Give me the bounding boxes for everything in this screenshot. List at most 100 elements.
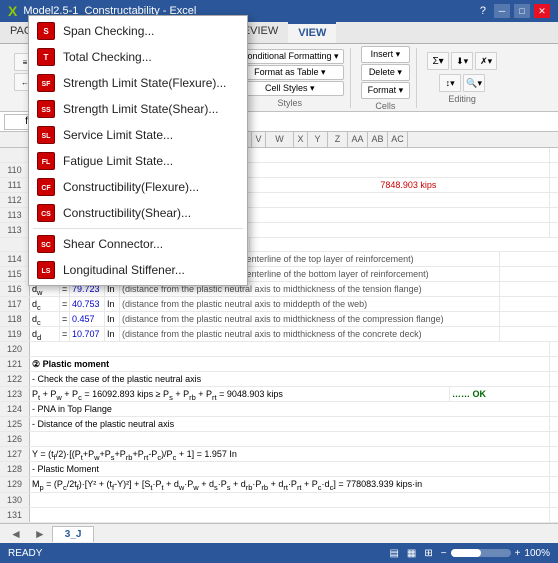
autosum-btn[interactable]: Σ▾	[427, 52, 449, 70]
row-117-num: 117	[0, 297, 30, 311]
styles-buttons: Conditional Formatting ▾ Format as Table…	[236, 49, 344, 96]
menu-item-longitudinal[interactable]: LS Longitudinal Stiffener...	[29, 257, 247, 283]
col-y[interactable]: Y	[308, 132, 328, 147]
menu-item-shear-connector[interactable]: SC Shear Connector...	[29, 231, 247, 257]
table-row[interactable]: 129 Mp = (Pc/2tf)·[Y² + (tf-Y)²] + [St·P…	[0, 477, 558, 493]
view-pagebreak-btn[interactable]: ⊞	[424, 548, 432, 559]
col-w[interactable]: W	[266, 132, 294, 147]
status-right: ▤ ▦ ⊞ − + 100%	[389, 548, 550, 559]
menu-item-service[interactable]: SL Service Limit State...	[29, 122, 247, 148]
service-label: Service Limit State...	[63, 128, 239, 142]
table-row[interactable]: 124 - PNA in Top Flange	[0, 402, 558, 417]
row-121-content: ② Plastic moment	[30, 357, 550, 371]
help-btn[interactable]: ?	[476, 5, 490, 17]
sheet-tab-3j[interactable]: 3_J	[52, 526, 95, 542]
row-123-num: 123	[0, 387, 30, 401]
restore-button[interactable]: □	[514, 4, 530, 18]
col-ac[interactable]: AC	[388, 132, 408, 147]
cell-styles-btn[interactable]: Cell Styles ▾	[236, 81, 344, 96]
zoom-fill	[451, 549, 481, 557]
app-icon: X	[8, 3, 17, 19]
table-row: 120	[0, 342, 558, 357]
status-bar: READY ▤ ▦ ⊞ − + 100%	[0, 543, 558, 563]
row-119-desc: (distance from the plastic neutral axis …	[120, 327, 500, 341]
row-115-num: 115	[0, 267, 30, 281]
view-layout-btn[interactable]: ▦	[407, 548, 416, 559]
menu-separator	[33, 228, 243, 229]
zoom-slider[interactable]	[451, 549, 511, 557]
row-119-val: 10.707	[70, 327, 105, 341]
view-normal-btn[interactable]: ▤	[389, 548, 398, 559]
svg-text:FL: FL	[42, 159, 51, 166]
table-row[interactable]: 119 dd = 10.707 In (distance from the pl…	[0, 327, 558, 342]
menu-item-fatigue[interactable]: FL Fatigue Limit State...	[29, 148, 247, 174]
row-125-content: - Distance of the plastic neutral axis	[30, 417, 550, 431]
minimize-button[interactable]: ─	[494, 4, 510, 18]
conditional-formatting-btn[interactable]: Conditional Formatting ▾	[236, 49, 344, 64]
row-130-num: 130	[0, 493, 30, 507]
insert-btn[interactable]: Insert ▾	[361, 46, 411, 63]
col-aa[interactable]: AA	[348, 132, 368, 147]
row-130-content	[30, 493, 550, 507]
row-125-num: 125	[0, 417, 30, 431]
longitudinal-label: Longitudinal Stiffener...	[63, 263, 239, 277]
delete-btn[interactable]: Delete ▾	[361, 64, 411, 81]
find-btn[interactable]: 🔍▾	[463, 74, 485, 92]
shear-connector-label: Shear Connector...	[63, 237, 239, 251]
menu-item-construct-shear[interactable]: CS Constructibility(Shear)...	[29, 200, 247, 226]
col-ab[interactable]: AB	[368, 132, 388, 147]
zoom-level: 100%	[524, 548, 550, 559]
longitudinal-icon: LS	[37, 261, 55, 279]
tab-scroll-left[interactable]: ◄	[4, 527, 28, 541]
format-table-btn[interactable]: Format as Table ▾	[236, 65, 344, 80]
table-row[interactable]: 122 - Check the case of the plastic neut…	[0, 372, 558, 387]
table-row[interactable]: 128 - Plastic Moment	[0, 462, 558, 477]
row-119-unit: In	[105, 327, 120, 341]
col-z[interactable]: Z	[328, 132, 348, 147]
menu-item-span-checking[interactable]: S Span Checking...	[29, 18, 247, 44]
sort-btn[interactable]: ↕▾	[439, 74, 461, 92]
row-121-num: 121	[0, 357, 30, 371]
menu-item-strength-flexure[interactable]: SF Strength Limit State(Flexure)...	[29, 70, 247, 96]
table-row[interactable]: 125 - Distance of the plastic neutral ax…	[0, 417, 558, 432]
sheet-tab-bar: ◄ ► 3_J	[0, 523, 558, 543]
fill-btn[interactable]: ⬇▾	[451, 52, 473, 70]
menu-item-total-checking[interactable]: T Total Checking...	[29, 44, 247, 70]
row-119-eq: =	[60, 327, 70, 341]
ribbon-group-editing: Σ▾ ⬇▾ ✗▾ ↕▾ 🔍▾ Editing	[421, 48, 503, 108]
table-row[interactable]: 118 dc = 0.457 In (distance from the pla…	[0, 312, 558, 327]
svg-text:SL: SL	[42, 133, 52, 140]
menu-item-strength-shear[interactable]: SS Strength Limit State(Shear)...	[29, 96, 247, 122]
clear-btn[interactable]: ✗▾	[475, 52, 497, 70]
col-v[interactable]: V	[252, 132, 266, 147]
table-row[interactable]: 121 ② Plastic moment	[0, 357, 558, 372]
col-x[interactable]: X	[294, 132, 308, 147]
row-127-content: Y = (tf/2)·[(Pt+Pw+Ps+Prb+Prt-Pc)/Pc + 1…	[30, 447, 550, 461]
row-120-content	[30, 342, 550, 356]
table-row[interactable]: 127 Y = (tf/2)·[(Pt+Pw+Ps+Prb+Prt-Pc)/Pc…	[0, 447, 558, 462]
strength-shear-icon: SS	[37, 100, 55, 118]
row-111-num: 111	[0, 178, 30, 192]
zoom-control: − + 100%	[441, 548, 550, 559]
menu-item-construct-flexure[interactable]: CF Constructibility(Flexure)...	[29, 174, 247, 200]
row-129-content: Mp = (Pc/2tf)·[Y² + (tf-Y)²] + [St·Pt + …	[30, 477, 550, 492]
table-row[interactable]: 123 Pt + Pw + Pc = 16092.893 kips ≥ Ps +…	[0, 387, 558, 402]
table-row: 126	[0, 432, 558, 447]
row-122-num: 122	[0, 372, 30, 386]
row-117-desc: (distance from the plastic neutral axis …	[120, 297, 500, 311]
table-row: 130	[0, 493, 558, 508]
zoom-in-btn[interactable]: +	[515, 548, 521, 559]
format-btn[interactable]: Format ▾	[361, 82, 411, 99]
total-checking-icon: T	[37, 48, 55, 66]
editing-buttons: Σ▾ ⬇▾ ✗▾	[427, 52, 497, 70]
table-row[interactable]: 117 dc = 40.753 In (distance from the pl…	[0, 297, 558, 312]
svg-text:CS: CS	[41, 211, 51, 218]
cells-label: Cells	[375, 101, 395, 111]
tab-view[interactable]: VIEW	[288, 22, 336, 43]
row-127-num: 127	[0, 447, 30, 461]
close-button[interactable]: ✕	[534, 4, 550, 18]
row-117-d: dc	[30, 297, 60, 311]
row-114-num: 114	[0, 252, 30, 266]
tab-scroll-right[interactable]: ►	[28, 527, 52, 541]
zoom-out-btn[interactable]: −	[441, 548, 447, 559]
